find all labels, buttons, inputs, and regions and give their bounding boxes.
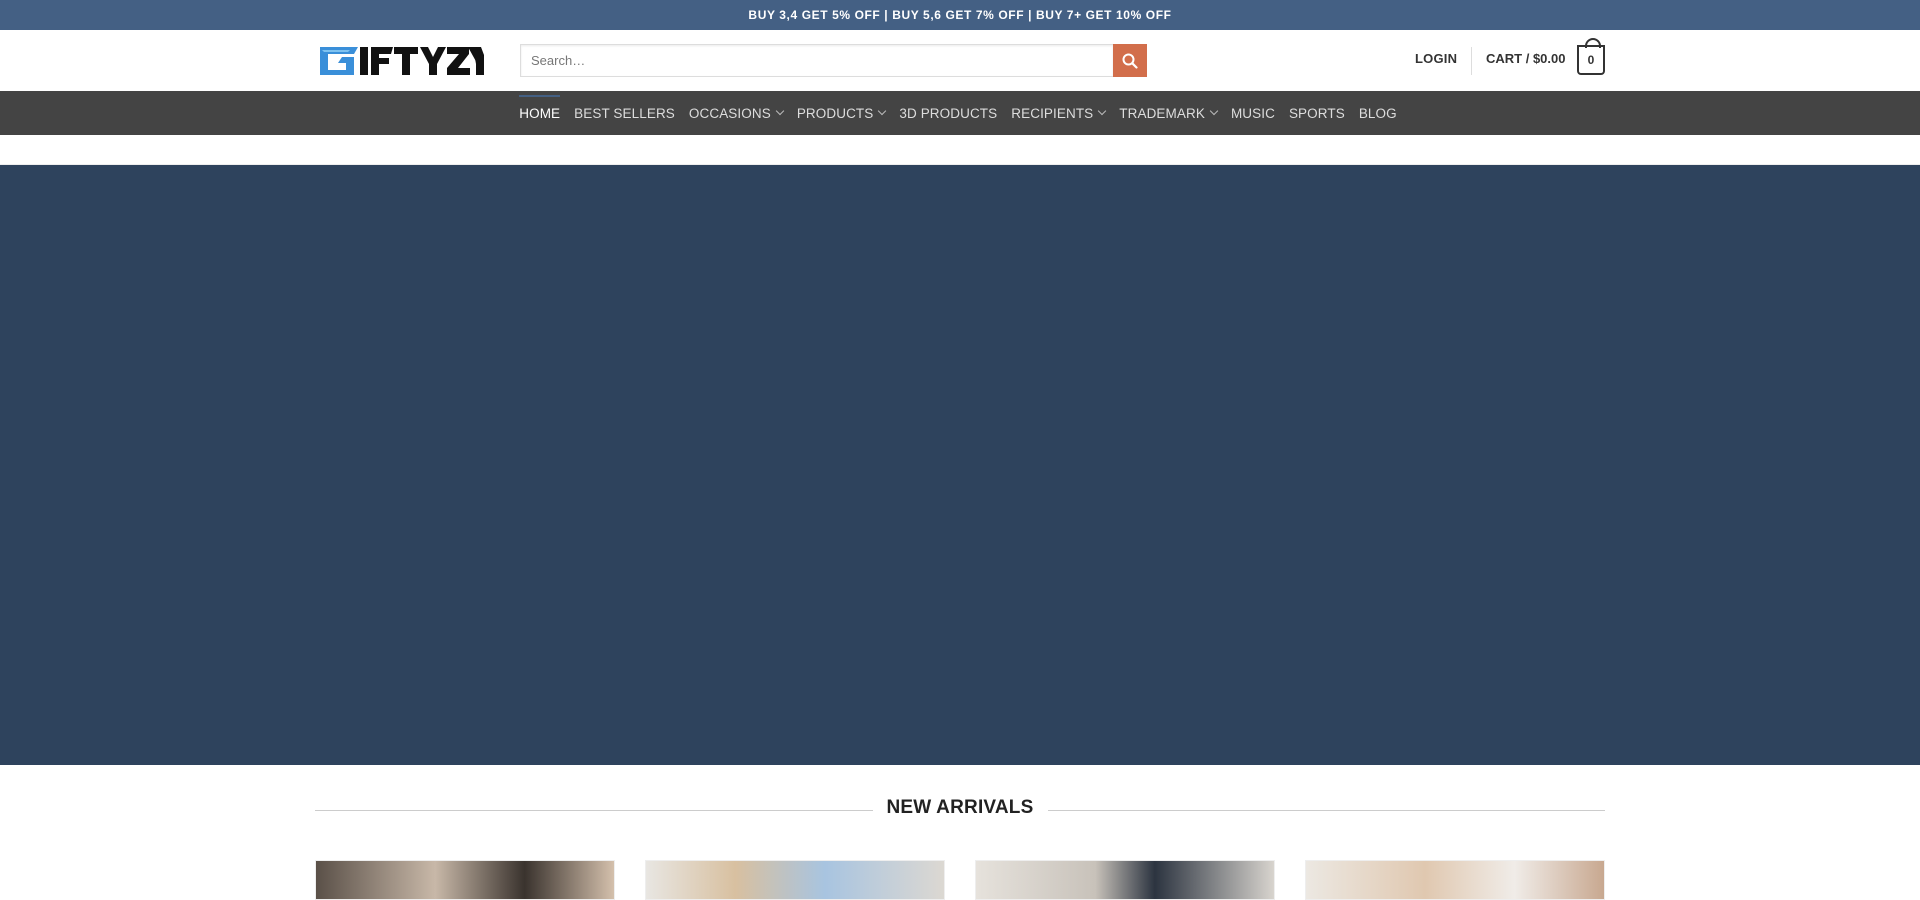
search-form	[520, 44, 1147, 77]
login-link[interactable]: LOGIN	[1415, 51, 1457, 66]
search-icon	[1122, 53, 1138, 69]
promo-text: BUY 3,4 GET 5% OFF | BUY 5,6 GET 7% OFF …	[748, 8, 1172, 22]
nav-item-blog[interactable]: BLOG	[1352, 91, 1404, 135]
header-divider	[1471, 47, 1472, 75]
hero-banner[interactable]	[0, 165, 1920, 765]
search-input[interactable]	[520, 44, 1113, 77]
nav-item-label: HOME	[519, 105, 561, 121]
search-button[interactable]	[1113, 44, 1147, 77]
nav-item-label: RECIPIENTS	[1011, 105, 1094, 121]
title-divider-right	[1048, 810, 1605, 811]
chevron-down-icon	[1098, 106, 1107, 116]
nav-item-sports[interactable]: SPORTS	[1282, 91, 1352, 135]
nav-item-products[interactable]: PRODUCTS	[790, 91, 893, 135]
cart-count-badge: 0	[1587, 53, 1595, 67]
nav-item-label: BEST SELLERS	[574, 105, 675, 121]
nav-item-label: TRADEMARK	[1119, 105, 1205, 121]
site-header: LOGIN CART / $0.00 0	[0, 30, 1920, 91]
product-card[interactable]	[975, 860, 1275, 900]
nav-item-home[interactable]: HOME	[512, 91, 567, 135]
header-spacer	[0, 135, 1920, 165]
chevron-down-icon	[775, 106, 785, 116]
chevron-down-icon	[878, 106, 887, 116]
logo-image	[320, 47, 484, 75]
nav-item-3d-products[interactable]: 3D PRODUCTS	[892, 91, 1004, 135]
cart-link[interactable]: CART / $0.00	[1486, 51, 1565, 66]
chevron-down-icon	[1209, 106, 1219, 116]
nav-item-recipients[interactable]: RECIPIENTS	[1004, 91, 1112, 135]
main-nav: HOME BEST SELLERS OCCASIONS PRODUCTS 3D PROD…	[0, 91, 1920, 135]
cart-icon[interactable]: 0	[1577, 38, 1605, 75]
product-card[interactable]	[1305, 860, 1605, 900]
nav-item-label: OCCASIONS	[688, 105, 771, 121]
product-card[interactable]	[315, 860, 615, 900]
nav-item-label: MUSIC	[1230, 105, 1275, 121]
product-card[interactable]	[645, 860, 945, 900]
nav-item-label: 3D PRODUCTS	[899, 105, 998, 121]
nav-item-music[interactable]: MUSIC	[1224, 91, 1282, 135]
new-arrivals-section: NEW ARRIVALS	[0, 765, 1920, 855]
nav-item-label: PRODUCTS	[796, 105, 874, 121]
nav-item-trademark[interactable]: TRADEMARK	[1112, 91, 1224, 135]
product-grid	[315, 860, 1605, 900]
nav-item-best-sellers[interactable]: BEST SELLERS	[567, 91, 682, 135]
site-logo[interactable]	[318, 41, 484, 79]
section-title: NEW ARRIVALS	[886, 797, 1034, 818]
promo-bar: BUY 3,4 GET 5% OFF | BUY 5,6 GET 7% OFF …	[0, 0, 1920, 30]
nav-item-occasions[interactable]: OCCASIONS	[682, 91, 790, 135]
nav-item-label: SPORTS	[1288, 105, 1345, 121]
nav-item-label: BLOG	[1358, 105, 1397, 121]
